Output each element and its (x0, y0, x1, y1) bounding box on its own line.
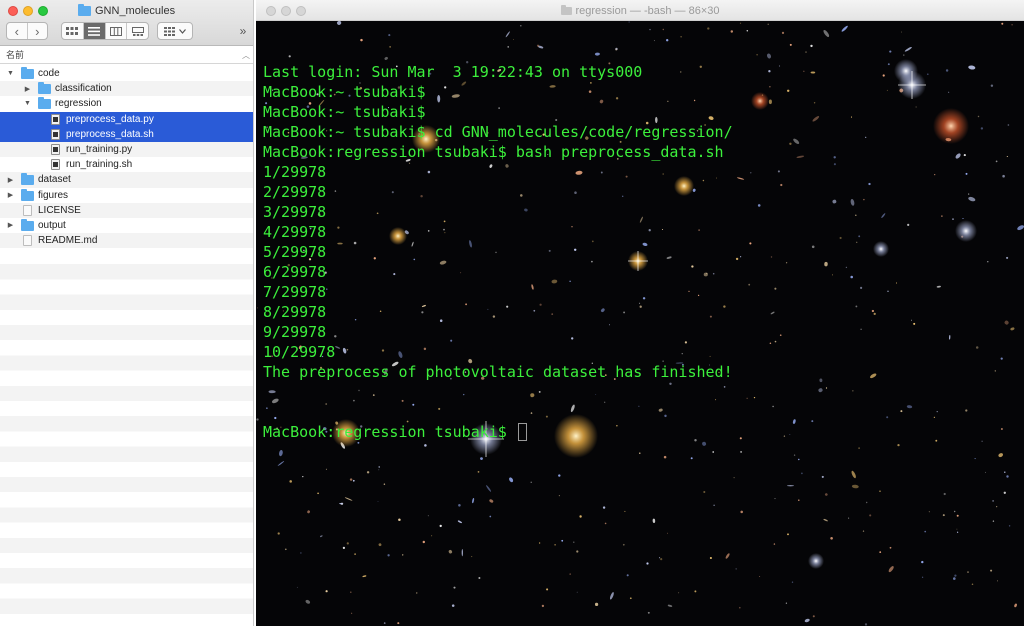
file-name-label: run_training.sh (66, 159, 133, 171)
file-name-label: figures (38, 189, 69, 201)
terminal-output-line: 6/29978 (263, 263, 327, 281)
terminal-output-line: 8/29978 (263, 303, 327, 321)
disclosure-expanded-icon[interactable]: ▼ (23, 99, 32, 108)
sort-arrow-icon: ︿ (242, 51, 250, 60)
terminal-lines: Last login: Sun Mar 3 19:22:43 on ttys00… (263, 62, 1013, 382)
file-name-label: LICENSE (38, 204, 81, 216)
folder-row[interactable]: ▶ figures (0, 188, 253, 203)
script-file-icon (51, 159, 60, 171)
terminal-prompt: MacBook:regression tsubaki$ (263, 423, 516, 441)
zoom-window-button[interactable] (38, 6, 48, 16)
forward-button[interactable]: › (26, 23, 48, 39)
folder-icon (78, 4, 91, 16)
disclosure-collapsed-icon[interactable]: ▶ (6, 191, 15, 200)
folder-icon (21, 218, 34, 231)
document-icon (23, 235, 32, 247)
columns-icon (109, 26, 122, 36)
finder-window: GNN_molecules ‹ › » 名前 ︿ ▼ code ▶ classi… (0, 0, 254, 626)
close-window-button[interactable] (8, 6, 18, 16)
script-file-icon (51, 128, 60, 140)
script-file-icon (51, 113, 60, 125)
disclosure-collapsed-icon[interactable]: ▶ (23, 84, 32, 93)
file-row[interactable]: LICENSE (0, 202, 253, 218)
disclosure-expanded-icon[interactable]: ▼ (6, 69, 15, 78)
folder-icon (21, 173, 34, 186)
file-list: ▼ code ▶ classification ▼ regression preproces… (0, 66, 253, 249)
terminal-output-line: 4/29978 (263, 223, 327, 241)
file-row[interactable]: preprocess_data.py (0, 111, 253, 127)
file-name-label: output (38, 219, 66, 231)
list-view-button[interactable] (82, 23, 105, 39)
file-row[interactable]: README.md (0, 233, 253, 249)
group-grid-icon (164, 26, 175, 36)
terminal-output-line: The preprocess of photovoltaic dataset h… (263, 363, 733, 381)
finder-toolbar: GNN_molecules ‹ › » (0, 0, 253, 46)
file-name-label: classification (55, 83, 112, 95)
navigation-buttons: ‹ › (6, 22, 48, 40)
terminal-prompt-line: MacBook:regression tsubaki$ (263, 422, 1013, 442)
folder-icon (38, 82, 51, 95)
disclosure-collapsed-icon[interactable]: ▶ (6, 175, 15, 184)
toolbar-overflow-button[interactable]: » (236, 22, 250, 40)
terminal-output-line: 10/29978 (263, 343, 336, 361)
document-icon (23, 204, 32, 216)
terminal-output-line: 9/29978 (263, 323, 327, 341)
file-name-label: run_training.py (66, 144, 133, 156)
text-cursor (517, 423, 527, 441)
minimize-window-button[interactable] (23, 6, 33, 16)
folder-icon (560, 4, 572, 15)
file-row[interactable]: run_training.py (0, 141, 253, 158)
folder-icon (21, 67, 34, 79)
file-name-label: preprocess_data.sh (66, 128, 154, 140)
terminal-titlebar: regression — -bash — 86×30 (256, 0, 1024, 21)
terminal-output-line: 5/29978 (263, 243, 327, 261)
grid-icon (66, 26, 79, 35)
terminal-output-line: 1/29978 (263, 163, 327, 181)
terminal-output-line: MacBook:~ tsubaki$ cd GNN_molecules/code… (263, 123, 733, 141)
name-column-label: 名前 (6, 50, 25, 60)
icon-view-button[interactable] (62, 23, 83, 39)
folder-row[interactable]: ▼ code (0, 66, 253, 81)
terminal-window-title: regression — -bash — 86×30 (256, 0, 1024, 21)
terminal-window: regression — -bash — 86×30 Last login: S… (256, 0, 1024, 626)
file-name-label: regression (55, 98, 102, 110)
view-mode-selector (61, 22, 149, 40)
disclosure-collapsed-icon[interactable]: ▶ (6, 221, 15, 230)
file-name-label: README.md (38, 235, 98, 247)
group-by-button[interactable] (157, 22, 193, 40)
finder-window-title: GNN_molecules (78, 4, 175, 18)
script-file-icon (51, 143, 60, 155)
terminal-output-line: 7/29978 (263, 283, 327, 301)
terminal-output-line: Last login: Sun Mar 3 19:22:43 on ttys00… (263, 63, 643, 81)
gallery-view-button[interactable] (126, 23, 148, 39)
back-button[interactable]: ‹ (7, 23, 27, 39)
file-name-label: code (38, 68, 60, 80)
finder-title-text: GNN_molecules (95, 5, 176, 17)
terminal-output-line: 2/29978 (263, 183, 327, 201)
terminal-output-line: MacBook:~ tsubaki$ (263, 83, 426, 101)
file-name-label: dataset (38, 174, 71, 186)
folder-row[interactable]: ▶ classification (0, 81, 253, 97)
file-list-empty-rows (0, 249, 253, 626)
list-icon (88, 26, 101, 36)
gallery-icon (131, 26, 144, 36)
chevron-down-icon (179, 28, 186, 34)
folder-row[interactable]: ▶ output (0, 218, 253, 233)
column-view-button[interactable] (104, 23, 127, 39)
folder-row[interactable]: ▼ regression (0, 96, 253, 111)
terminal-output-line: MacBook:~ tsubaki$ (263, 103, 426, 121)
name-column-header[interactable]: 名前 ︿ (0, 47, 253, 64)
terminal-output-line: MacBook:regression tsubaki$ bash preproc… (263, 143, 724, 161)
terminal-output-line: 3/29978 (263, 203, 327, 221)
folder-icon (21, 188, 34, 201)
terminal-title-text: regression — -bash — 86×30 (575, 4, 720, 17)
terminal-output[interactable]: Last login: Sun Mar 3 19:22:43 on ttys00… (263, 22, 1013, 482)
folder-icon (38, 97, 51, 110)
folder-row[interactable]: ▶ dataset (0, 172, 253, 188)
file-row[interactable]: run_training.sh (0, 157, 253, 172)
file-row[interactable]: preprocess_data.sh (0, 126, 253, 142)
file-name-label: preprocess_data.py (66, 113, 154, 125)
